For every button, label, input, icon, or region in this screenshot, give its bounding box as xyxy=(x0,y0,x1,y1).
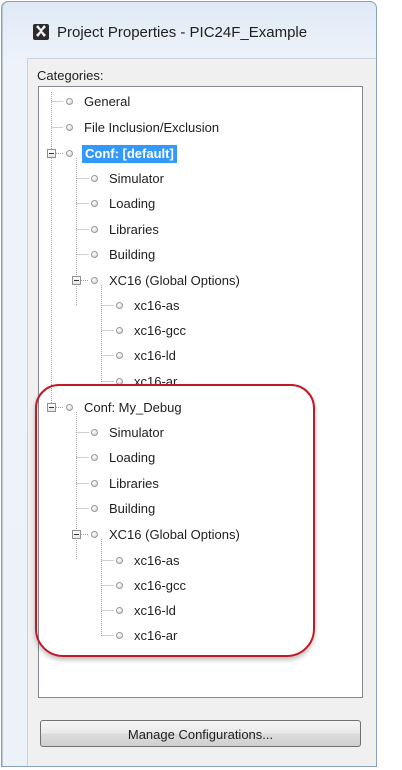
node-bullet-icon xyxy=(91,226,98,233)
categories-label: Categories: xyxy=(37,68,104,83)
tree-item-label: xc16-gcc xyxy=(134,578,187,593)
tree-item-label: Simulator xyxy=(109,171,164,186)
node-bullet-icon xyxy=(116,352,123,359)
node-bullet-icon xyxy=(91,175,98,182)
node-bullet-icon xyxy=(91,531,98,538)
node-bullet-icon xyxy=(116,582,123,589)
node-bullet-icon xyxy=(91,429,98,436)
node-bullet-icon xyxy=(66,150,73,157)
project-properties-window: Project Properties - PIC24F_Example Cate… xyxy=(1,1,377,767)
window-title: Project Properties - PIC24F_Example xyxy=(57,24,308,41)
node-bullet-icon xyxy=(91,454,98,461)
node-bullet-icon xyxy=(91,251,98,258)
tree-item-label: Conf: My_Debug xyxy=(84,400,182,415)
tree-item-label: Libraries xyxy=(109,476,159,491)
tree-item-label: XC16 (Global Options) xyxy=(109,273,240,288)
node-bullet-icon xyxy=(91,277,98,284)
dialog-body: Categories: General File Inclusion/Exclu… xyxy=(27,58,376,766)
tree-item-label-selected: Conf: [default] xyxy=(82,145,177,163)
tree-item-label: General xyxy=(84,94,131,109)
node-bullet-icon xyxy=(66,404,73,411)
node-bullet-icon xyxy=(116,557,123,564)
collapse-xc16-default-toggle[interactable] xyxy=(72,276,81,285)
tree-connector-lines xyxy=(51,92,114,637)
title-bar[interactable]: Project Properties - PIC24F_Example xyxy=(2,2,376,58)
manage-configurations-button[interactable]: Manage Configurations... xyxy=(40,720,361,747)
node-bullet-icon xyxy=(91,505,98,512)
collapse-xc16-debug-toggle[interactable] xyxy=(72,530,81,539)
tree-item-label: xc16-as xyxy=(134,298,180,313)
tree-item-label: Building xyxy=(109,247,156,262)
tree-item-label: xc16-ar xyxy=(134,628,178,643)
tree-item-label: xc16-ld xyxy=(134,603,176,618)
tree-item-label: Building xyxy=(109,501,156,516)
node-bullet-icon xyxy=(116,327,123,334)
tree-item-label: Loading xyxy=(109,196,156,211)
tree-item-label: Libraries xyxy=(109,222,159,237)
node-bullet-icon xyxy=(116,302,123,309)
puzzle-x-icon xyxy=(33,24,49,40)
node-bullet-icon xyxy=(116,632,123,639)
node-bullet-icon xyxy=(116,378,123,385)
categories-tree[interactable]: General File Inclusion/Exclusion Conf: [… xyxy=(38,86,363,698)
tree-item-label: Simulator xyxy=(109,425,164,440)
node-bullet-icon xyxy=(66,98,73,105)
node-bullet-icon xyxy=(116,607,123,614)
node-bullet-icon xyxy=(66,124,73,131)
collapse-conf-default-toggle[interactable] xyxy=(47,149,56,158)
tree-item-label: File Inclusion/Exclusion xyxy=(84,120,220,135)
node-bullet-icon xyxy=(91,480,98,487)
tree-item-label: Loading xyxy=(109,450,156,465)
tree-item-label: xc16-as xyxy=(134,553,180,568)
collapse-conf-debug-toggle[interactable] xyxy=(47,403,56,412)
tree-item-label: xc16-ld xyxy=(134,348,176,363)
tree-item-label: xc16-ar xyxy=(134,374,178,389)
tree-item-label: xc16-gcc xyxy=(134,323,187,338)
node-bullet-icon xyxy=(91,200,98,207)
tree-item-label: XC16 (Global Options) xyxy=(109,527,240,542)
